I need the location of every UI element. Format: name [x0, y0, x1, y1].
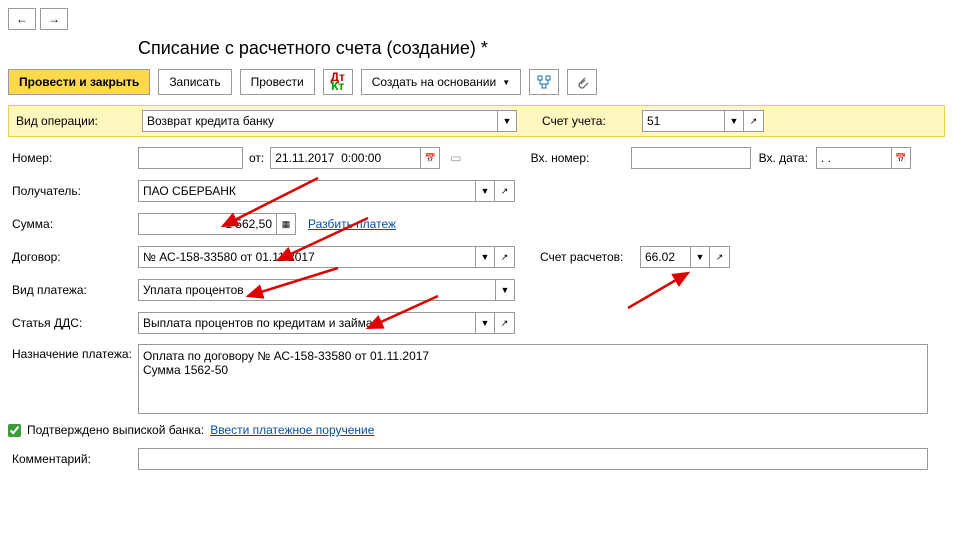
calc-icon[interactable]: ▦: [276, 213, 296, 235]
purpose-textarea[interactable]: [138, 344, 928, 414]
dropdown-icon[interactable]: ▼: [497, 110, 517, 132]
payment-type-input[interactable]: [138, 279, 495, 301]
manual-icon[interactable]: ▭: [450, 151, 461, 165]
nav-forward[interactable]: →: [40, 8, 68, 30]
recipient-label: Получатель:: [8, 184, 138, 198]
amount-input[interactable]: [138, 213, 276, 235]
dropdown-icon[interactable]: ▼: [724, 110, 744, 132]
account-input[interactable]: [642, 110, 724, 132]
operation-type-input[interactable]: [142, 110, 497, 132]
operation-type-label: Вид операции:: [12, 114, 142, 128]
dds-label: Статья ДДС:: [8, 316, 138, 330]
open-icon[interactable]: ↗: [744, 110, 764, 132]
dropdown-icon[interactable]: ▼: [475, 180, 495, 202]
calc-account-label: Счет расчетов:: [540, 250, 640, 264]
dtkt-icon[interactable]: ДтКт: [323, 69, 353, 95]
post-button[interactable]: Провести: [240, 69, 315, 95]
in-number-label: Вх. номер:: [531, 151, 631, 165]
calc-account-input[interactable]: [640, 246, 690, 268]
in-number-input[interactable]: [631, 147, 751, 169]
open-icon[interactable]: ↗: [495, 312, 515, 334]
in-date-input[interactable]: [816, 147, 891, 169]
attach-icon[interactable]: [567, 69, 597, 95]
number-label: Номер:: [8, 151, 138, 165]
comment-label: Комментарий:: [8, 452, 138, 466]
calendar-icon[interactable]: 📅: [420, 147, 440, 169]
purpose-label: Назначение платежа:: [8, 344, 138, 361]
contract-input[interactable]: [138, 246, 475, 268]
dropdown-icon[interactable]: ▼: [475, 246, 495, 268]
dropdown-icon[interactable]: ▼: [690, 246, 710, 268]
date-input[interactable]: [270, 147, 420, 169]
contract-label: Договор:: [8, 250, 138, 264]
amount-label: Сумма:: [8, 217, 138, 231]
open-icon[interactable]: ↗: [495, 246, 515, 268]
enter-order-link[interactable]: Ввести платежное поручение: [210, 423, 374, 437]
dropdown-icon[interactable]: ▼: [475, 312, 495, 334]
open-icon[interactable]: ↗: [710, 246, 730, 268]
account-label: Счет учета:: [542, 114, 642, 128]
page-title: Списание с расчетного счета (создание) *: [8, 36, 945, 69]
dds-input[interactable]: [138, 312, 475, 334]
nav-back[interactable]: ←: [8, 8, 36, 30]
post-close-button[interactable]: Провести и закрыть: [8, 69, 150, 95]
in-date-label: Вх. дата:: [759, 151, 808, 165]
save-button[interactable]: Записать: [158, 69, 231, 95]
confirmed-checkbox[interactable]: [8, 424, 21, 437]
calendar-icon[interactable]: 📅: [891, 147, 911, 169]
confirmed-label: Подтверждено выпиской банка:: [27, 423, 204, 437]
recipient-input[interactable]: [138, 180, 475, 202]
open-icon[interactable]: ↗: [495, 180, 515, 202]
payment-type-label: Вид платежа:: [8, 283, 138, 297]
split-payment-link[interactable]: Разбить платеж: [308, 217, 396, 231]
from-label: от:: [249, 151, 264, 165]
number-input[interactable]: [138, 147, 243, 169]
create-based-button[interactable]: Создать на основании▼: [361, 69, 521, 95]
comment-input[interactable]: [138, 448, 928, 470]
dropdown-icon[interactable]: ▼: [495, 279, 515, 301]
structure-icon[interactable]: [529, 69, 559, 95]
